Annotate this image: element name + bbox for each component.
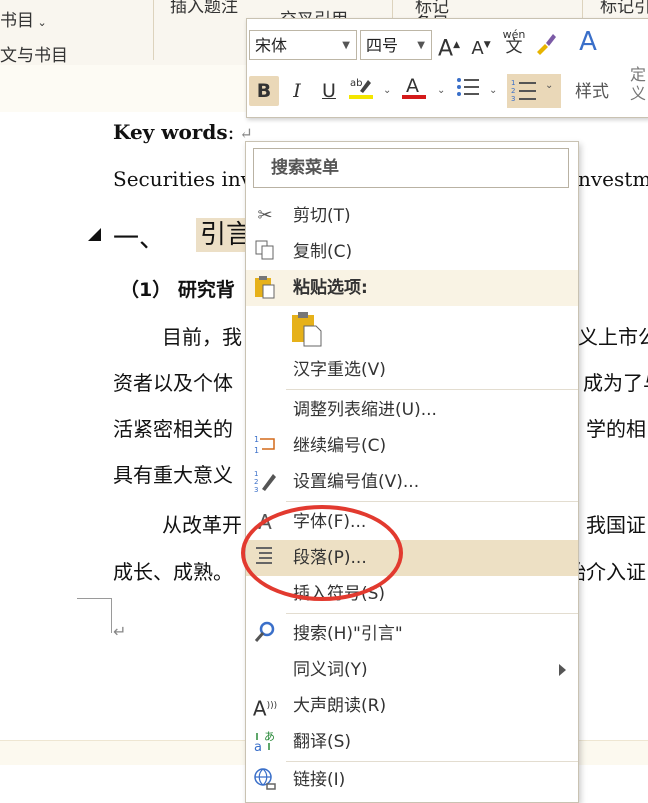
annotation-circle bbox=[241, 505, 403, 601]
paragraph-mark-icon: ↵ bbox=[113, 622, 127, 641]
menu-item-continue-numbering[interactable]: 11 继续编号(C) bbox=[246, 428, 578, 464]
font-name-select[interactable]: 宋体 ▼ bbox=[249, 30, 357, 60]
highlight-dropdown-arrow-icon[interactable]: ⌄ bbox=[383, 85, 391, 96]
menu-separator bbox=[286, 613, 578, 614]
paste-keep-text-only-icon[interactable] bbox=[290, 311, 324, 347]
para1-line4-left: 具有重大意义 bbox=[113, 463, 233, 487]
numbering-dropdown-arrow-icon[interactable]: ⌄ bbox=[545, 80, 553, 91]
svg-text:1: 1 bbox=[254, 435, 259, 444]
font-color-dropdown-arrow-icon[interactable]: ⌄ bbox=[437, 85, 445, 96]
svg-text:A: A bbox=[406, 75, 419, 97]
define-button[interactable]: 定义 bbox=[630, 65, 648, 103]
svg-text:1: 1 bbox=[254, 470, 258, 478]
menu-item-set-numbering-value[interactable]: 123 设置编号值(V)... bbox=[246, 464, 578, 500]
ribbon-insert-caption[interactable]: 插入题注 bbox=[170, 0, 238, 17]
menu-item-reconvert[interactable]: 汉字重选(V) bbox=[246, 352, 578, 388]
submenu-arrow-icon bbox=[559, 664, 566, 676]
globe-link-icon bbox=[252, 767, 278, 793]
read-aloud-icon: A))) bbox=[252, 696, 278, 721]
styles-button[interactable]: 样式 bbox=[575, 77, 609, 102]
para1-line3-left: 活紧密相关的 bbox=[113, 417, 233, 441]
svg-text:1: 1 bbox=[254, 446, 259, 455]
menu-item-link[interactable]: 链接(I) bbox=[246, 762, 578, 798]
svg-text:3: 3 bbox=[254, 486, 258, 493]
font-color-button[interactable]: A bbox=[399, 74, 429, 104]
margin-corner-mark bbox=[77, 598, 112, 633]
heading-number: 一、 bbox=[113, 224, 166, 254]
context-menu: 搜索菜单 ✂ 剪切(T) 复制(C) 粘贴选项: 汉字重选(V) 调整列表缩进(… bbox=[245, 141, 579, 803]
keywords-line-2: Securities inv bbox=[113, 167, 253, 191]
underline-button[interactable]: U bbox=[314, 76, 344, 106]
shrink-font-button[interactable]: A▼ bbox=[466, 30, 496, 60]
para1-line1-right: 义上市公 bbox=[578, 325, 648, 349]
subheading: （1） 研究背 bbox=[120, 279, 235, 301]
para2-line2-left: 成长、成熟。 bbox=[113, 560, 233, 584]
menu-item-search[interactable]: 搜索(H)"引言" bbox=[246, 616, 578, 652]
clipboard-icon bbox=[252, 275, 278, 301]
svg-text:3: 3 bbox=[511, 95, 515, 103]
menu-separator bbox=[286, 389, 578, 390]
menu-paste-options-header: 粘贴选项: bbox=[246, 270, 578, 306]
svg-text:あ: あ bbox=[264, 730, 275, 743]
keywords-line: Key words: ↵ bbox=[113, 120, 253, 144]
svg-text:2: 2 bbox=[511, 87, 515, 95]
para1-line2-right: 成为了与 bbox=[583, 371, 648, 395]
svg-text:1: 1 bbox=[511, 79, 515, 87]
menu-search-input[interactable]: 搜索菜单 bbox=[253, 148, 569, 188]
dropdown-arrow-icon: ▼ bbox=[417, 40, 425, 51]
search-icon bbox=[252, 621, 278, 647]
menu-item-read-aloud[interactable]: A))) 大声朗读(R) bbox=[246, 688, 578, 724]
para1-line2-left: 资者以及个体 bbox=[113, 371, 233, 395]
set-numbering-value-icon: 123 bbox=[252, 469, 278, 495]
italic-button[interactable]: I bbox=[282, 76, 312, 106]
menu-separator bbox=[286, 501, 578, 502]
font-size-select[interactable]: 四号 ▼ bbox=[360, 30, 432, 60]
ribbon-bibliography[interactable]: 书目 ⌄ bbox=[0, 6, 47, 31]
collapse-triangle-icon[interactable] bbox=[88, 228, 101, 241]
keywords-label: Key words bbox=[113, 120, 228, 144]
para1-line1-left: 目前，我 bbox=[162, 325, 242, 349]
ribbon-citations-bibliography[interactable]: 文与书目 bbox=[0, 41, 68, 66]
menu-item-adjust-list-indent[interactable]: 调整列表缩进(U)... bbox=[246, 392, 578, 428]
bold-button[interactable]: B bbox=[249, 76, 279, 106]
menu-item-copy[interactable]: 复制(C) bbox=[246, 234, 578, 270]
bullets-icon[interactable] bbox=[453, 76, 483, 106]
bullets-dropdown-arrow-icon[interactable]: ⌄ bbox=[489, 85, 497, 96]
svg-text:a: a bbox=[254, 740, 262, 753]
highlight-color-button[interactable]: ab bbox=[346, 74, 376, 104]
ribbon-separator bbox=[153, 0, 154, 60]
phonetic-guide-button[interactable]: wén 文 bbox=[499, 28, 529, 58]
grow-font-button[interactable]: A▲ bbox=[434, 30, 464, 61]
copy-icon bbox=[252, 239, 278, 265]
translate-icon: aあ bbox=[252, 729, 278, 755]
dropdown-arrow-icon: ▼ bbox=[342, 40, 350, 51]
para2-line1-left: 从改革开 bbox=[162, 513, 242, 537]
mini-toolbar: 宋体 ▼ 四号 ▼ A▲ A▼ wén 文 A ⌄ B I U ab ⌄ A ⌄ ⌄ … bbox=[246, 18, 648, 118]
svg-text:2: 2 bbox=[254, 478, 258, 486]
scissors-icon: ✂ bbox=[257, 205, 273, 226]
menu-item-translate[interactable]: aあ 翻译(S) bbox=[246, 724, 578, 760]
format-painter-icon[interactable] bbox=[531, 30, 561, 60]
keywords-line-2-right: nvestme bbox=[578, 167, 648, 191]
menu-item-cut[interactable]: ✂ 剪切(T) bbox=[246, 198, 578, 234]
svg-text:ab: ab bbox=[350, 78, 362, 89]
numbering-button[interactable]: 123 ⌄ bbox=[507, 74, 561, 108]
continue-numbering-icon: 11 bbox=[252, 433, 278, 459]
text-effects-icon[interactable]: A ⌄ bbox=[573, 27, 603, 88]
menu-item-synonyms[interactable]: 同义词(Y) bbox=[246, 652, 578, 688]
para1-line3-right: 学的相 bbox=[586, 417, 646, 441]
ribbon-mark-citation[interactable]: 标记引 bbox=[600, 0, 648, 17]
